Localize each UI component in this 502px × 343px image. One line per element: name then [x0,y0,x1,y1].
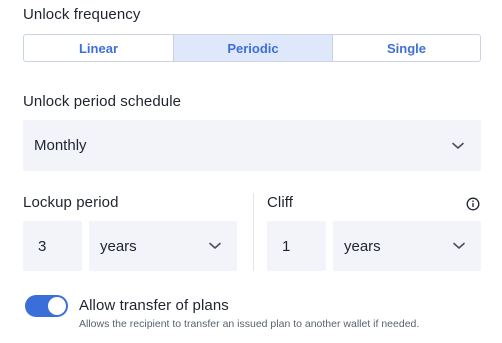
segment-periodic[interactable]: Periodic [173,35,332,61]
unlock-period-schedule-label: Unlock period schedule [23,93,182,110]
unlock-frequency-label: Unlock frequency [23,6,141,23]
cliff-amount-input[interactable]: 1 [267,221,326,271]
unlock-period-schedule-value: Monthly [34,137,87,154]
chevron-down-icon [208,239,222,253]
allow-transfer-help-text: Allows the recipient to transfer an issu… [79,318,420,330]
lockup-period-amount-input[interactable]: 3 [23,221,82,271]
lockup-period-label: Lockup period [23,194,119,211]
chevron-down-icon [452,239,466,253]
chevron-down-icon [451,139,465,153]
cliff-unit-select[interactable]: years [333,221,481,271]
allow-transfer-label: Allow transfer of plans [79,297,229,314]
column-divider [253,193,254,271]
allow-transfer-toggle[interactable] [25,295,68,317]
segment-single[interactable]: Single [332,35,480,61]
unlock-frequency-segmented-control: Linear Periodic Single [23,34,481,62]
lockup-period-unit-select[interactable]: years [89,221,237,271]
info-icon[interactable] [466,197,480,211]
cliff-unit-value: years [344,237,381,255]
unlock-period-schedule-select[interactable]: Monthly [23,120,481,171]
cliff-label: Cliff [267,194,294,211]
segment-linear[interactable]: Linear [24,35,173,61]
lockup-period-unit-value: years [100,237,137,255]
toggle-knob [48,297,66,315]
